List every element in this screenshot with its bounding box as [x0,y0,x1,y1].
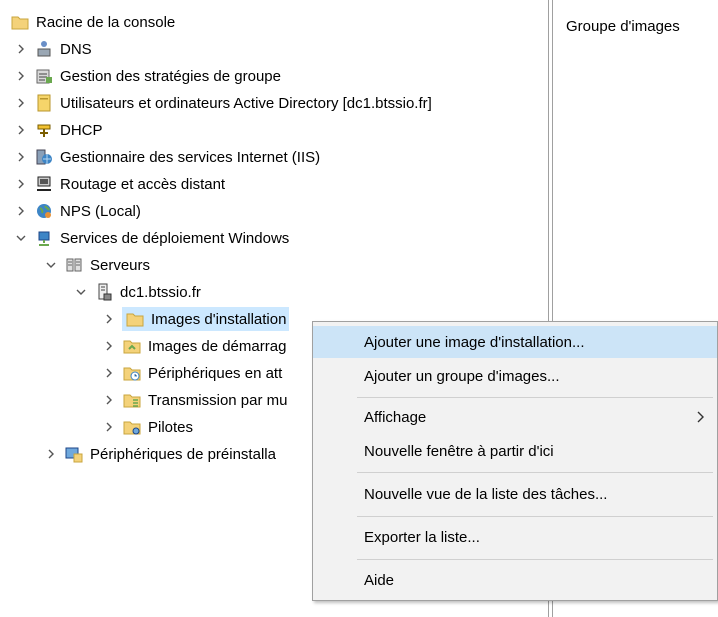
wds-icon [34,228,54,248]
tree-item-prestaged-devices[interactable]: Périphériques de préinstalla [44,442,276,466]
chevron-down-icon[interactable] [74,285,88,299]
tree-item-label: NPS (Local) [60,202,141,220]
pending-devices-icon [122,363,142,383]
menu-item-label: Ajouter un groupe d'images... [364,367,560,385]
menu-item-label: Ajouter une image d'installation... [364,333,585,351]
chevron-right-icon[interactable] [14,150,28,164]
chevron-right-icon[interactable] [14,123,28,137]
menu-separator [357,472,713,473]
tree-item-label: Images de démarrag [148,337,287,355]
tree-item-label: Services de déploiement Windows [60,229,290,247]
actions-pane-title: Groupe d'images [566,18,680,35]
multicast-icon [122,390,142,410]
chevron-right-icon[interactable] [14,177,28,191]
menu-item-help[interactable]: Aide [313,564,717,596]
menu-item-export-list[interactable]: Exporter la liste... [313,521,717,553]
tree-item-label: Pilotes [148,418,194,436]
tree-item-pending-devices[interactable]: Périphériques en att [102,361,282,385]
menu-item-label: Affichage [364,408,427,426]
tree-item-label: Routage et accès distant [60,175,226,193]
menu-separator [357,516,713,517]
menu-item-new-taskpad-view[interactable]: Nouvelle vue de la liste des tâches... [313,478,717,510]
tree-item-active-directory[interactable]: Utilisateurs et ordinateurs Active Direc… [14,91,432,115]
chevron-right-icon[interactable] [14,42,28,56]
menu-item-label: Nouvelle fenêtre à partir d'ici [364,442,554,460]
tree-item-label: Périphériques en att [148,364,283,382]
tree-item-label: Images d'installation [151,310,287,328]
menu-separator [357,397,713,398]
menu-item-label: Aide [364,571,395,589]
group-policy-icon [34,66,54,86]
chevron-down-icon[interactable] [44,258,58,272]
nps-icon [34,201,54,221]
active-directory-icon [34,93,54,113]
tree-item-console-root[interactable]: Racine de la console [10,10,175,34]
menu-item-view[interactable]: Affichage [313,401,717,433]
tree-item-label: DNS [60,40,92,58]
tree-item-multicast[interactable]: Transmission par mu [102,388,287,412]
tree-item-label: Racine de la console [36,13,176,31]
chevron-right-icon[interactable] [14,96,28,110]
tree-item-label: DHCP [60,121,103,139]
tree-item-servers[interactable]: Serveurs [44,253,150,277]
chevron-right-icon[interactable] [102,312,116,326]
tree-item-server-dc1[interactable]: dc1.btssio.fr [74,280,201,304]
chevron-right-icon[interactable] [14,204,28,218]
tree-item-label: Gestionnaire des services Internet (IIS) [60,148,321,166]
tree-item-install-images[interactable]: Images d'installation [102,307,290,331]
tree-item-label: Gestion des stratégies de groupe [60,67,281,85]
tree-item-boot-images[interactable]: Images de démarrag [102,334,286,358]
folder-icon [125,309,145,329]
tree-item-dns[interactable]: DNS [14,37,92,61]
tree-item-iis[interactable]: Gestionnaire des services Internet (IIS) [14,145,320,169]
menu-item-label: Nouvelle vue de la liste des tâches... [364,485,608,503]
chevron-down-icon[interactable] [14,231,28,245]
server-icon [94,282,114,302]
menu-item-add-image-group[interactable]: Ajouter un groupe d'images... [313,360,717,392]
tree-item-wds[interactable]: Services de déploiement Windows [14,226,289,250]
tree-item-nps[interactable]: NPS (Local) [14,199,141,223]
chevron-right-icon[interactable] [14,69,28,83]
tree-item-label: Périphériques de préinstalla [90,445,276,463]
tree-item-group-policy[interactable]: Gestion des stratégies de groupe [14,64,281,88]
drivers-icon [122,417,142,437]
prestaged-devices-icon [64,444,84,464]
menu-separator [357,559,713,560]
dns-icon [34,39,54,59]
chevron-right-icon[interactable] [102,366,116,380]
routing-icon [34,174,54,194]
chevron-right-icon[interactable] [102,339,116,353]
chevron-right-icon [697,411,704,423]
chevron-right-icon[interactable] [44,447,58,461]
folder-icon [10,12,30,32]
chevron-right-icon[interactable] [102,393,116,407]
tree-item-label: dc1.btssio.fr [120,283,201,301]
tree-item-label: Utilisateurs et ordinateurs Active Direc… [60,94,432,112]
tree-item-routing[interactable]: Routage et accès distant [14,172,225,196]
boot-images-icon [122,336,142,356]
tree-item-label: Serveurs [90,256,151,274]
tree-item-label: Transmission par mu [148,391,288,409]
selected-node: Images d'installation [122,307,290,331]
iis-icon [34,147,54,167]
chevron-right-icon[interactable] [102,420,116,434]
dhcp-icon [34,120,54,140]
menu-item-add-install-image[interactable]: Ajouter une image d'installation... [313,326,717,358]
tree-item-drivers[interactable]: Pilotes [102,415,193,439]
menu-item-new-window[interactable]: Nouvelle fenêtre à partir d'ici [313,435,717,467]
servers-icon [64,255,84,275]
tree-item-dhcp[interactable]: DHCP [14,118,103,142]
context-menu: Ajouter une image d'installation... Ajou… [312,321,718,601]
menu-item-label: Exporter la liste... [364,528,480,546]
